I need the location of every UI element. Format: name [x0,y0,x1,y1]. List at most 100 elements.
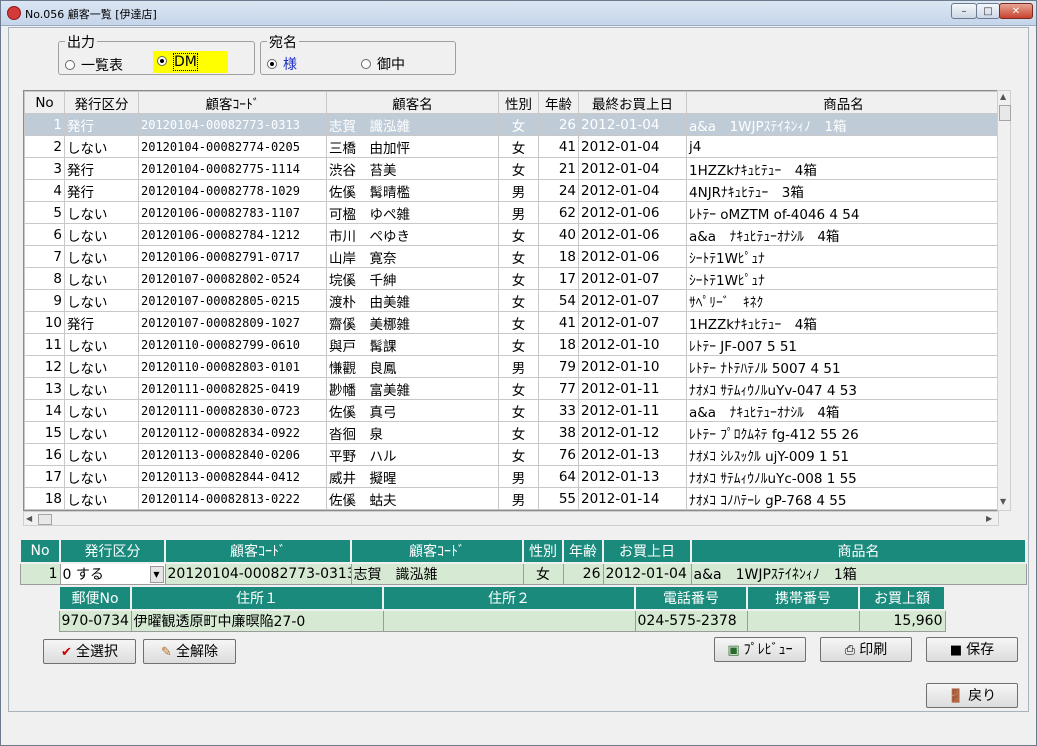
table-cell[interactable]: 佐傒 髯晴檻 [326,179,499,202]
column-header[interactable]: 最終お買上日 [578,91,687,114]
table-cell[interactable]: 男 [498,487,539,510]
column-header[interactable]: 顧客ｺｰﾄﾞ [138,91,327,114]
table-cell[interactable]: 1HZZkﾅｷｭﾋﾃｭｰ 4箱 [686,311,998,334]
table-cell[interactable]: 2012-01-06 [578,223,687,246]
table-cell[interactable]: 女 [498,113,539,136]
table-cell[interactable]: 16 [24,443,65,466]
table-cell[interactable]: しない [64,355,139,378]
table-cell[interactable]: 女 [498,289,539,312]
address-radio-onchu[interactable]: 御中 [361,54,405,74]
table-cell[interactable]: 2012-01-10 [578,355,687,378]
table-cell[interactable]: 20120114-00082813-0222 [138,487,327,510]
vertical-scrollbar[interactable]: ▲ ▼ [997,90,1011,511]
table-cell[interactable]: 54 [538,289,579,312]
table-cell[interactable]: 1HZZkﾅｷｭﾋﾃｭｰ 4箱 [686,157,998,180]
table-cell[interactable]: ﾅｵﾒｺ ｻﾃﾑｨｳﾉﾙuYc-008 1 55 [686,465,998,488]
table-cell[interactable]: 男 [498,201,539,224]
address-radio-sama[interactable]: 様 [267,54,297,74]
column-header[interactable]: 年齢 [538,91,579,114]
table-cell[interactable]: 発行 [64,113,139,136]
table-cell[interactable]: しない [64,135,139,158]
table-cell[interactable]: 20120104-00082773-0313 [138,113,327,136]
table-cell[interactable]: しない [64,487,139,510]
table-cell[interactable]: 女 [498,421,539,444]
column-header[interactable]: 性別 [498,91,539,114]
detail-product[interactable]: a&a 1WJPｽﾃｲﾈﾝｨﾉ 1箱 [690,562,1027,585]
table-cell[interactable]: ﾅｵﾒｺ ｼﾚｽｯｸﾙ ujY-009 1 51 [686,443,998,466]
table-cell[interactable]: 55 [538,487,579,510]
print-button[interactable]: ⎙ 印刷 [820,637,912,662]
column-header[interactable]: 商品名 [686,91,998,114]
table-cell[interactable]: 11 [24,333,65,356]
address2-field[interactable] [382,609,636,632]
table-cell[interactable]: 発行 [64,311,139,334]
table-cell[interactable]: しない [64,465,139,488]
table-cell[interactable]: 2012-01-04 [578,135,687,158]
amount-field[interactable]: 15,960 [858,609,946,632]
table-cell[interactable]: 2012-01-06 [578,245,687,268]
vertical-scroll-thumb[interactable] [999,105,1011,121]
table-cell[interactable]: 20120111-00082830-0723 [138,399,327,422]
table-cell[interactable]: 2 [24,135,65,158]
table-cell[interactable]: 18 [538,333,579,356]
table-row[interactable]: 3 発行 20120104-00082775-1114 渋谷 苔美女 21 2012-01… [24,157,998,180]
table-cell[interactable]: 2012-01-13 [578,443,687,466]
maximize-button[interactable]: □ [976,3,1000,19]
table-cell[interactable]: 2012-01-13 [578,465,687,488]
scroll-down-arrow-icon[interactable]: ▼ [1000,497,1006,506]
table-cell[interactable]: 市川 ぺゆき [326,223,499,246]
table-cell[interactable]: 20120106-00082784-1212 [138,223,327,246]
table-row[interactable]: 14 しない 20120111-00082830-0723 佐傒 真弓女 33 2012-… [24,399,998,422]
table-cell[interactable]: 2012-01-04 [578,113,687,136]
table-cell[interactable]: 41 [538,311,579,334]
issue-select[interactable]: 0 する ▼ [59,562,166,585]
table-cell[interactable]: 7 [24,245,65,268]
table-cell[interactable]: 5 [24,201,65,224]
table-cell[interactable]: しない [64,443,139,466]
close-button[interactable]: ✕ [999,3,1033,19]
table-cell[interactable]: しない [64,289,139,312]
table-cell[interactable]: 2012-01-07 [578,311,687,334]
table-cell[interactable]: 17 [538,267,579,290]
table-cell[interactable]: 76 [538,443,579,466]
table-cell[interactable]: 女 [498,311,539,334]
table-cell[interactable]: 志賀 識泓雑 [326,113,499,136]
table-cell[interactable]: 20120110-00082799-0610 [138,333,327,356]
table-row[interactable]: 1 発行 20120104-00082773-0313 志賀 識泓雑女 26 2012-0… [24,113,998,136]
title-bar[interactable]: No.056 顧客一覧 [伊達店] – □ ✕ [1,1,1036,26]
table-cell[interactable]: 女 [498,443,539,466]
table-cell[interactable]: 38 [538,421,579,444]
table-cell[interactable]: 沓徊 泉 [326,421,499,444]
table-cell[interactable]: 20120104-00082774-0205 [138,135,327,158]
table-cell[interactable]: 可楹 ゆペ雑 [326,201,499,224]
table-cell[interactable]: 26 [538,113,579,136]
mobile-field[interactable] [746,609,860,632]
scroll-left-arrow-icon[interactable]: ◀ [26,514,32,523]
table-row[interactable]: 17 しない 20120113-00082844-0412 威井 擬暒男 64 2012-… [24,465,998,488]
phone-field[interactable]: 024-575-2378 [634,609,748,632]
table-cell[interactable]: 女 [498,223,539,246]
table-cell[interactable]: 2012-01-11 [578,399,687,422]
table-cell[interactable]: 20120113-00082844-0412 [138,465,327,488]
table-row[interactable]: 6 しない 20120106-00082784-1212 市川 ぺゆき女 40 2012-… [24,223,998,246]
table-cell[interactable]: 渡朴 由美雑 [326,289,499,312]
back-button[interactable]: 🚪 戻り [926,683,1018,708]
table-cell[interactable]: 20120106-00082783-1107 [138,201,327,224]
column-header[interactable]: No [24,91,65,114]
table-row[interactable]: 13 しない 20120111-00082825-0419 尠幡 富美雑女 77 2012… [24,377,998,400]
table-cell[interactable]: 15 [24,421,65,444]
table-cell[interactable]: 79 [538,355,579,378]
zip-field[interactable]: 970-0734 [58,609,132,632]
address1-field[interactable]: 伊曜観透原町中廉暝陥27-0 [130,609,384,632]
table-row[interactable]: 16 しない 20120113-00082840-0206 平野 ハル女 76 2012-… [24,443,998,466]
table-cell[interactable]: a&a ﾅｷｭﾋﾃｭｰｵﾅｼﾙ 4箱 [686,399,998,422]
table-cell[interactable]: しない [64,377,139,400]
scroll-up-arrow-icon[interactable]: ▲ [1000,92,1006,101]
table-cell[interactable]: 14 [24,399,65,422]
table-cell[interactable]: 41 [538,135,579,158]
table-cell[interactable]: 18 [538,245,579,268]
table-cell[interactable]: 女 [498,245,539,268]
table-cell[interactable]: 1 [24,113,65,136]
table-cell[interactable]: しない [64,201,139,224]
table-cell[interactable]: 渋谷 苔美 [326,157,499,180]
